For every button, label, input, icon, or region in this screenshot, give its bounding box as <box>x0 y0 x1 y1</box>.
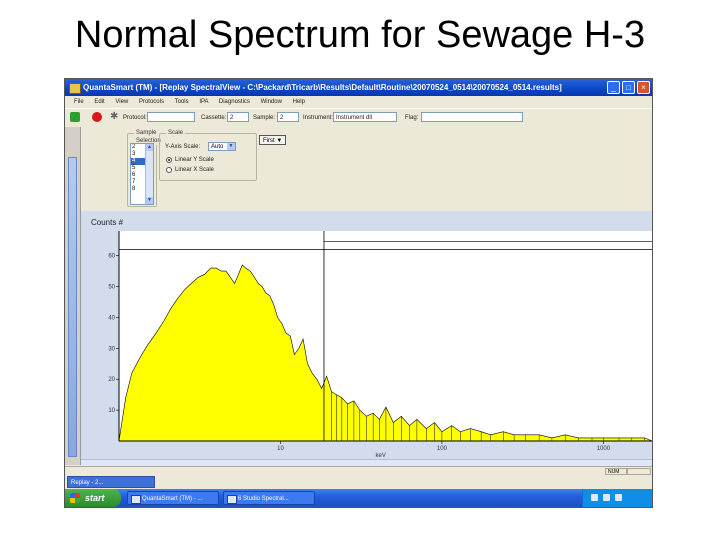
scale-group-label: Scale <box>166 129 186 137</box>
menu-tools[interactable]: Tools <box>175 99 189 105</box>
taskbar-item-quantasmart[interactable]: QuantaSmart (TM) - ... <box>127 491 219 505</box>
taskbar-item-label: 6 Studio Spectral... <box>238 496 289 502</box>
y-tick-label: 20 <box>108 377 115 383</box>
menu-bar: File Edit View Protocols Tools IPA Diagn… <box>65 96 652 108</box>
controls-panel: Sample Selection 2345678 ▲ ▼ Scale Y-Axi… <box>81 127 652 209</box>
cassette-field[interactable]: 2 <box>227 112 249 122</box>
taskbar: start QuantaSmart (TM) - ... 6 Studio Sp… <box>65 489 652 507</box>
start-label: start <box>85 493 105 503</box>
instrument-label: Instrument: <box>303 115 334 121</box>
minimize-button[interactable]: _ <box>607 81 620 94</box>
menu-view[interactable]: View <box>115 99 128 105</box>
document-window-icon <box>227 495 237 504</box>
menu-protocols[interactable]: Protocols <box>139 99 164 105</box>
settings-icon[interactable]: ✱ <box>110 111 118 123</box>
menu-help[interactable]: Help <box>293 99 305 105</box>
status-num: NUM <box>605 468 627 475</box>
flag-field[interactable] <box>421 112 523 122</box>
window-titlebar[interactable]: QuantaSmart (TM) - [Replay SpectralView … <box>65 79 652 96</box>
tray-volume-icon[interactable] <box>603 494 610 501</box>
y-tick-label: 60 <box>108 254 115 260</box>
y-tick-label: 10 <box>108 408 115 414</box>
status-bar: NUM <box>65 466 652 476</box>
linear-y-label: Linear Y Scale <box>175 157 214 163</box>
start-button[interactable]: start <box>65 489 121 507</box>
first-button[interactable]: First ▼ <box>259 135 287 145</box>
instrument-field[interactable]: Instrument dll <box>333 112 397 122</box>
app-icon <box>69 83 81 94</box>
y-axis-scale-value: Auto <box>211 144 224 150</box>
left-panel <box>65 127 81 465</box>
taskbar-item-label: QuantaSmart (TM) - ... <box>142 496 203 502</box>
window-title: QuantaSmart (TM) - [Replay SpectralView … <box>83 83 562 92</box>
taskbar-item-spectral[interactable]: 6 Studio Spectral... <box>223 491 315 505</box>
sample-list-scrollbar[interactable]: ▲ ▼ <box>145 144 153 204</box>
tray-security-icon[interactable] <box>615 494 622 501</box>
app-window-icon <box>131 495 141 504</box>
chevron-down-icon: ▼ <box>227 143 235 150</box>
spectrum-chart-svg: 60504030201010 100 1000Counts #keV <box>91 218 652 459</box>
protocol-label: Protocol: <box>123 115 147 121</box>
sample-field[interactable]: 2 <box>277 112 299 122</box>
linear-y-radio[interactable] <box>166 157 172 163</box>
windows-logo-icon <box>70 493 80 503</box>
replay-window-button[interactable]: Replay - 2... <box>67 476 155 488</box>
menu-window[interactable]: Window <box>261 99 282 105</box>
menu-diagnostics[interactable]: Diagnostics <box>219 99 250 105</box>
x-tick-label: 10 <box>277 446 284 452</box>
toolbar: ✱ Protocol: Cassette: 2 Sample: 2 Instru… <box>65 108 652 128</box>
status-cell-empty <box>627 468 651 475</box>
first-button-label: First <box>263 138 275 144</box>
linear-x-label: Linear X Scale <box>175 167 215 173</box>
y-axis-scale-select[interactable]: Auto ▼ <box>208 142 236 151</box>
y-tick-label: 30 <box>108 346 115 352</box>
sample-selection-group: Sample Selection 2345678 ▲ ▼ <box>127 129 163 207</box>
maximize-button[interactable]: □ <box>622 81 635 94</box>
tray-network-icon[interactable] <box>591 494 598 501</box>
application-screenshot: QuantaSmart (TM) - [Replay SpectralView … <box>64 78 653 508</box>
sample-label: Sample: <box>253 115 276 121</box>
sample-listbox[interactable]: 2345678 ▲ ▼ <box>130 143 154 205</box>
menu-edit[interactable]: Edit <box>94 99 104 105</box>
scroll-down-icon[interactable]: ▼ <box>146 197 153 204</box>
cassette-label: Cassette: <box>201 115 227 121</box>
system-tray <box>582 489 652 507</box>
start-count-icon[interactable] <box>70 112 80 122</box>
stop-icon[interactable] <box>92 112 102 122</box>
slide-title: Normal Spectrum for Sewage H-3 <box>74 14 646 56</box>
y-tick-label: 50 <box>108 285 115 291</box>
x-tick-label: 100 <box>437 446 448 452</box>
close-button[interactable]: × <box>637 81 650 94</box>
y-axis-scale-label: Y-Axis Scale: <box>165 144 201 150</box>
protocol-field[interactable] <box>147 112 195 122</box>
left-panel-scrollbar[interactable] <box>68 157 77 457</box>
x-tick-label: 1000 <box>597 446 611 452</box>
y-axis-label: Counts # <box>91 218 124 227</box>
menu-ipa[interactable]: IPA <box>199 99 208 105</box>
scale-group: Scale Y-Axis Scale: Auto ▼ Linear Y Scal… <box>159 129 257 181</box>
menu-file[interactable]: File <box>74 99 84 105</box>
linear-x-radio[interactable] <box>166 167 172 173</box>
spectrum-chart: 60 50 40 30 20 10 10 100 1000 Counts # keV <box>81 211 652 459</box>
y-tick-label: 40 <box>108 315 115 321</box>
scroll-up-icon[interactable]: ▲ <box>146 144 153 151</box>
flag-label: Flag: <box>405 115 419 121</box>
